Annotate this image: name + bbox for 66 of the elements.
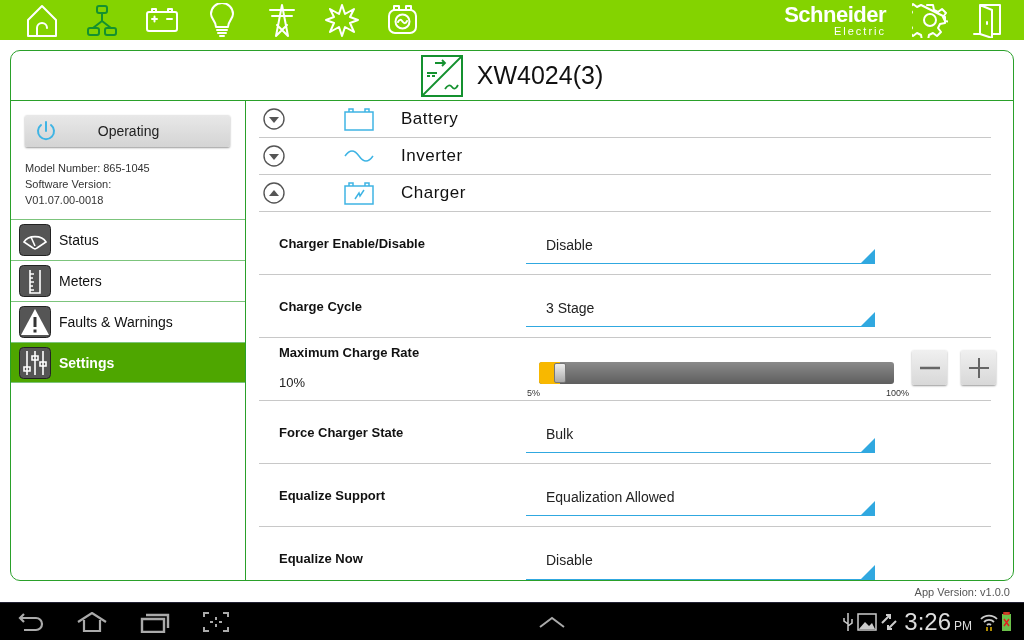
- increase-button[interactable]: [961, 350, 996, 385]
- minus-icon: [919, 365, 940, 370]
- logo-name: Schneider: [784, 3, 886, 26]
- decrease-button[interactable]: [912, 350, 947, 385]
- app-version: App Version: v1.0.0: [914, 586, 1010, 598]
- sync-icon: [880, 612, 899, 631]
- dropdown[interactable]: Bulk: [526, 423, 875, 453]
- section-header[interactable]: Battery: [259, 101, 991, 138]
- slider-thumb[interactable]: [554, 363, 567, 383]
- slider-min-label: 5%: [527, 388, 540, 398]
- back-button[interactable]: [18, 611, 44, 632]
- sun-icon: [325, 2, 359, 38]
- charger-icon: [343, 180, 375, 206]
- slider-track[interactable]: [539, 362, 894, 384]
- dropdown-corner-icon: [861, 501, 875, 515]
- operating-button[interactable]: Operating: [25, 115, 230, 147]
- setting-label: Equalize Support: [279, 487, 387, 503]
- device-info-text: Software Version:: [25, 177, 113, 191]
- image-icon: [857, 612, 878, 631]
- settings-button[interactable]: [912, 2, 948, 38]
- app-drawer-button[interactable]: [539, 615, 566, 628]
- logo-subtitle: Electric: [833, 25, 886, 37]
- dropdown-corner-icon: [861, 438, 875, 452]
- back-icon: [18, 611, 44, 632]
- battery-icon: [343, 106, 375, 132]
- warning-icon: [19, 306, 51, 338]
- chevron-up-icon: [539, 615, 566, 628]
- setting-label: Maximum Charge Rate: [279, 345, 421, 360]
- network-icon: [85, 2, 119, 38]
- device-info-text: Model Number: 865-1045: [25, 161, 151, 175]
- usb-icon: [842, 611, 855, 632]
- section-header[interactable]: Inverter: [259, 138, 991, 175]
- wifi-icon: [980, 612, 998, 631]
- power-icon: [35, 120, 57, 142]
- setting-label: Charge Cycle: [279, 298, 364, 314]
- dropdown[interactable]: Equalization Allowed: [526, 486, 875, 516]
- gauge-icon: [19, 224, 51, 256]
- device-title: XW4024(3): [476, 61, 604, 90]
- battery-alert-icon: [1001, 611, 1012, 632]
- screenshot-button[interactable]: [202, 610, 230, 633]
- meter-icon: [19, 265, 51, 297]
- door-icon: [970, 2, 1002, 38]
- dropdown-corner-icon: [861, 249, 875, 263]
- settings-icon: [912, 2, 948, 38]
- slider-max-label: 100%: [885, 388, 909, 398]
- dropdown-corner-icon: [861, 564, 875, 579]
- sliders-icon: [19, 346, 51, 379]
- clock-period: PM: [954, 618, 972, 633]
- setting-label: Equalize Now: [279, 551, 364, 566]
- home-button[interactable]: [76, 611, 108, 632]
- dropdown[interactable]: Disable: [526, 234, 875, 264]
- dropdown[interactable]: 3 Stage: [526, 297, 875, 327]
- inverter-icon: [420, 54, 463, 97]
- home-icon: [76, 611, 108, 632]
- plus-icon: [968, 357, 989, 378]
- clock-time: 3:26: [904, 607, 951, 636]
- slider-value: 10%: [279, 375, 307, 390]
- home-icon: [25, 2, 59, 38]
- screenshot-icon: [202, 610, 230, 633]
- section-header[interactable]: Charger: [259, 175, 991, 212]
- dropdown[interactable]: Disable: [526, 549, 875, 580]
- setting-label: Force Charger State: [279, 424, 405, 440]
- dropdown-corner-icon: [861, 312, 875, 326]
- exit-button[interactable]: [970, 2, 1002, 38]
- device-info-text: V01.07.00-0018: [25, 193, 105, 207]
- setting-label: Charger Enable/Disable: [279, 235, 426, 251]
